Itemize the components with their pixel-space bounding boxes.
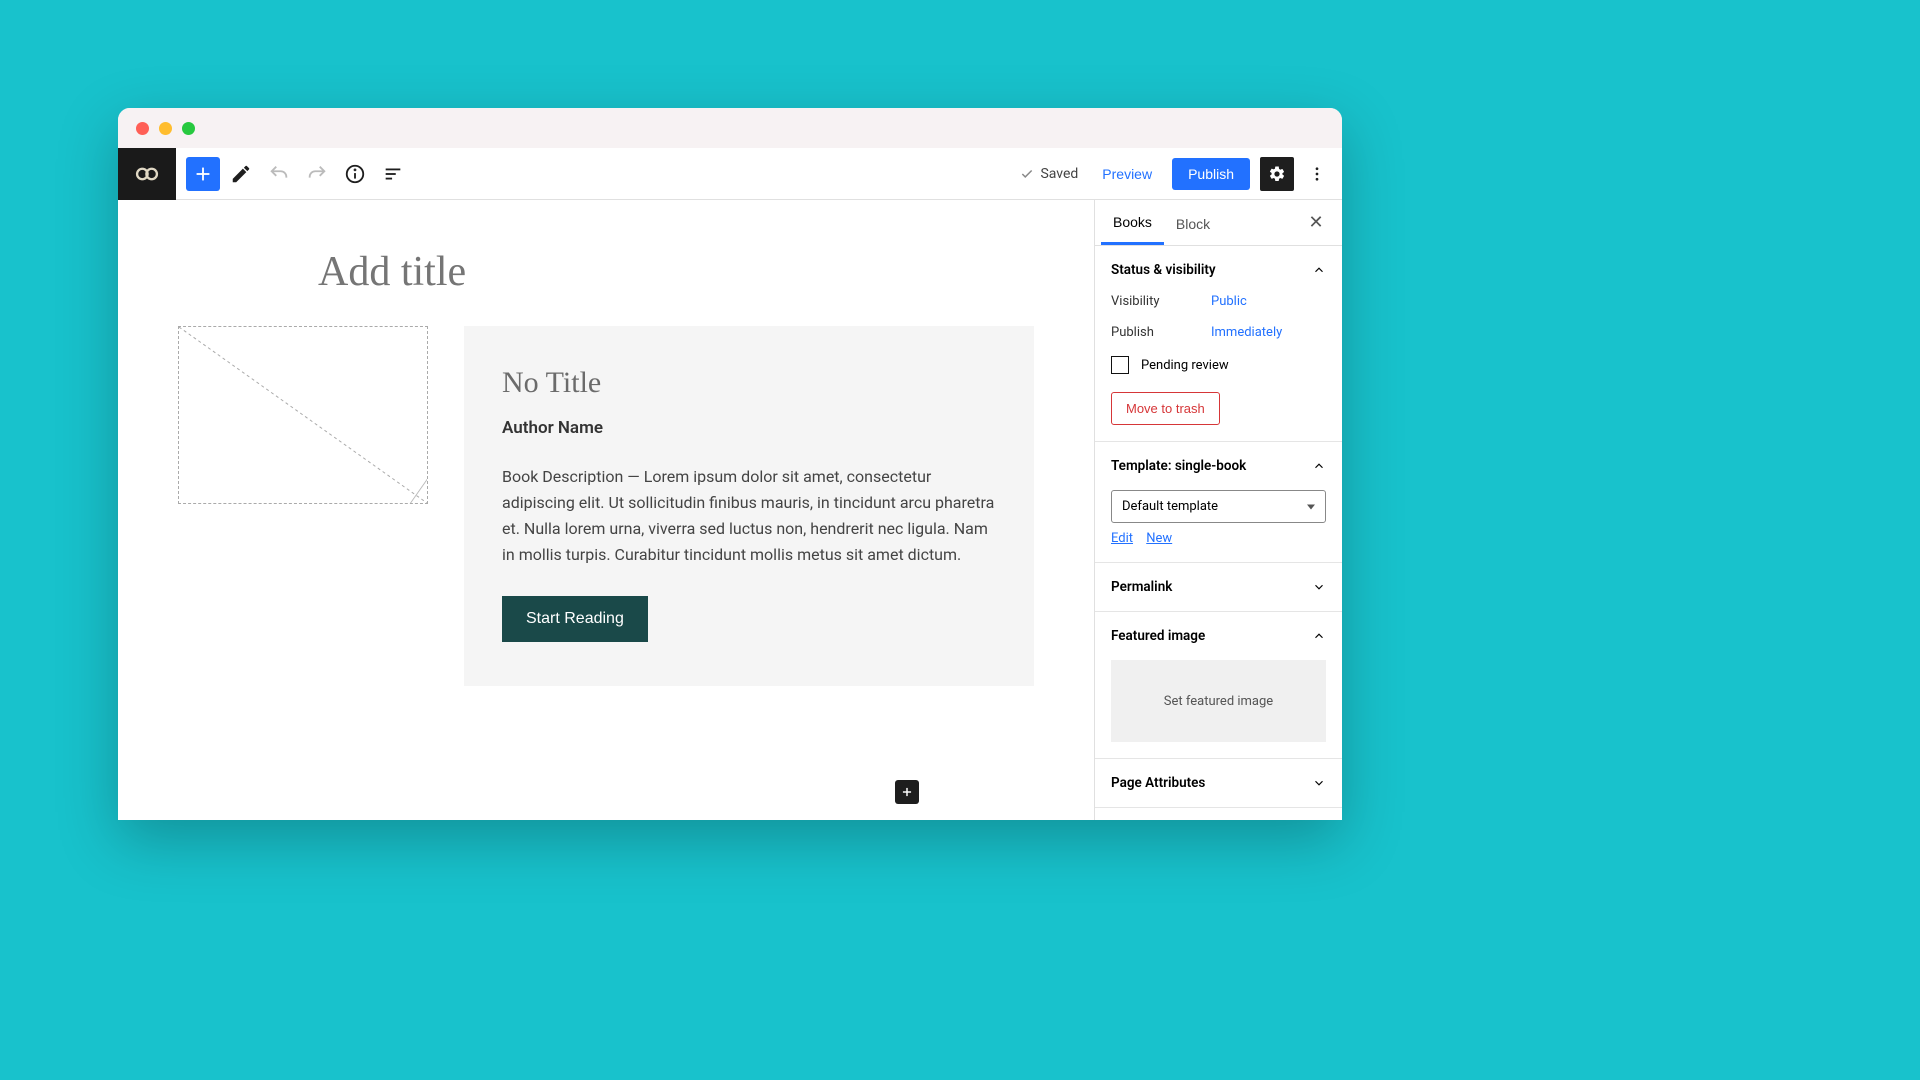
- visibility-value[interactable]: Public: [1211, 294, 1247, 309]
- add-block-button[interactable]: [186, 157, 220, 191]
- card-title[interactable]: No Title: [502, 366, 996, 400]
- chevron-down-icon: [1312, 580, 1326, 594]
- info-button[interactable]: [338, 157, 372, 191]
- panel-header-status[interactable]: Status & visibility: [1111, 262, 1326, 278]
- more-menu-button[interactable]: [1300, 157, 1334, 191]
- template-select-value: Default template: [1122, 499, 1218, 514]
- panel-header-permalink[interactable]: Permalink: [1111, 579, 1326, 595]
- add-block-inline-button[interactable]: [895, 780, 919, 804]
- post-title-input[interactable]: [318, 248, 818, 296]
- tab-block[interactable]: Block: [1164, 200, 1222, 245]
- template-select[interactable]: Default template: [1111, 490, 1326, 523]
- template-new-link[interactable]: New: [1146, 531, 1172, 546]
- card-description[interactable]: Book Description — Lorem ipsum dolor sit…: [502, 464, 996, 568]
- publish-label: Publish: [1111, 325, 1211, 340]
- close-sidebar-button[interactable]: ✕: [1296, 200, 1336, 245]
- tab-books[interactable]: Books: [1101, 200, 1164, 245]
- start-reading-button[interactable]: Start Reading: [502, 596, 648, 642]
- publish-button[interactable]: Publish: [1172, 158, 1250, 190]
- panel-title: Status & visibility: [1111, 262, 1216, 278]
- outline-button[interactable]: [376, 157, 410, 191]
- panel-title: Permalink: [1111, 579, 1172, 595]
- panel-permalink: Permalink: [1095, 563, 1342, 612]
- panel-header-page-attrs[interactable]: Page Attributes: [1111, 775, 1326, 791]
- set-featured-image-label: Set featured image: [1164, 694, 1273, 709]
- panel-header-template[interactable]: Template: single-book: [1111, 458, 1326, 474]
- panel-title: Featured image: [1111, 628, 1205, 644]
- template-edit-link[interactable]: Edit: [1111, 531, 1133, 546]
- macos-titlebar: [118, 108, 1342, 148]
- set-featured-image-button[interactable]: Set featured image: [1111, 660, 1326, 742]
- toolbar-left: [176, 157, 420, 191]
- saved-status: Saved: [1020, 166, 1078, 182]
- chevron-up-icon: [1312, 629, 1326, 643]
- panel-status-visibility: Status & visibility Visibility Public Pu…: [1095, 246, 1342, 442]
- pending-review-checkbox[interactable]: Pending review: [1111, 356, 1326, 374]
- settings-sidebar: Books Block ✕ Status & visibility Visibi…: [1094, 200, 1342, 820]
- template-links: Edit New: [1111, 531, 1326, 546]
- visibility-label: Visibility: [1111, 294, 1211, 309]
- window-minimize-icon[interactable]: [159, 122, 172, 135]
- image-placeholder[interactable]: [178, 326, 428, 504]
- chevron-up-icon: [1312, 459, 1326, 473]
- card-author[interactable]: Author Name: [502, 418, 996, 438]
- panel-page-attributes: Page Attributes: [1095, 759, 1342, 808]
- content-columns: No Title Author Name Book Description — …: [178, 326, 1034, 686]
- preview-button[interactable]: Preview: [1092, 158, 1162, 190]
- window-close-icon[interactable]: [136, 122, 149, 135]
- editor-window: Saved Preview Publish No Title Author Na…: [118, 108, 1342, 820]
- row-visibility: Visibility Public: [1111, 294, 1326, 309]
- redo-button[interactable]: [300, 157, 334, 191]
- sidebar-tabs: Books Block ✕: [1095, 200, 1342, 246]
- editor-topbar: Saved Preview Publish: [118, 148, 1342, 200]
- edit-mode-button[interactable]: [224, 157, 258, 191]
- saved-label: Saved: [1040, 166, 1078, 182]
- checkbox-icon: [1111, 356, 1129, 374]
- pending-review-label: Pending review: [1141, 358, 1229, 373]
- site-logo[interactable]: [118, 148, 176, 200]
- panel-title: Template: single-book: [1111, 458, 1246, 474]
- panel-template: Template: single-book Default template E…: [1095, 442, 1342, 563]
- panel-title: Page Attributes: [1111, 775, 1205, 791]
- editor-canvas[interactable]: No Title Author Name Book Description — …: [118, 200, 1094, 820]
- chevron-up-icon: [1312, 263, 1326, 277]
- row-publish: Publish Immediately: [1111, 325, 1326, 340]
- undo-button[interactable]: [262, 157, 296, 191]
- panel-header-featured[interactable]: Featured image: [1111, 628, 1326, 644]
- window-zoom-icon[interactable]: [182, 122, 195, 135]
- content-card: No Title Author Name Book Description — …: [464, 326, 1034, 686]
- publish-value[interactable]: Immediately: [1211, 325, 1282, 340]
- chevron-down-icon: [1312, 776, 1326, 790]
- settings-button[interactable]: [1260, 157, 1294, 191]
- panel-featured-image: Featured image Set featured image: [1095, 612, 1342, 759]
- move-to-trash-button[interactable]: Move to trash: [1111, 392, 1220, 425]
- editor-body: No Title Author Name Book Description — …: [118, 200, 1342, 820]
